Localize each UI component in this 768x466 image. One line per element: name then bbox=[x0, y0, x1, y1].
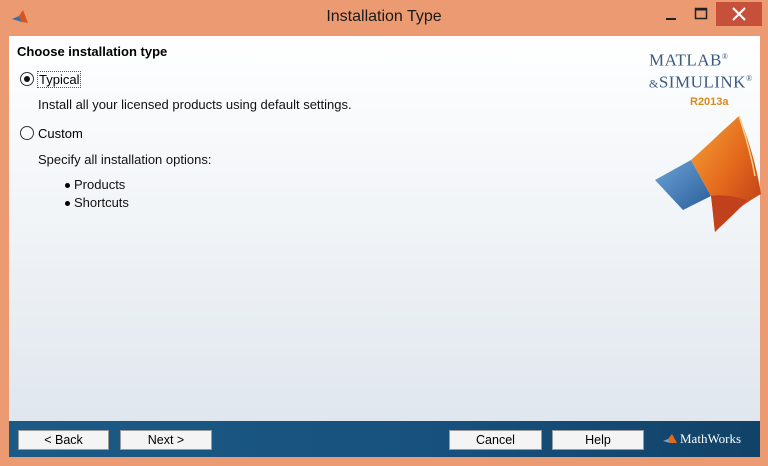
mathworks-logo: MathWorks bbox=[663, 431, 741, 447]
mathworks-membrane-icon bbox=[663, 434, 677, 443]
bullet-icon bbox=[65, 182, 70, 188]
registered-mark: ® bbox=[745, 73, 753, 83]
close-icon bbox=[732, 7, 746, 21]
matlab-membrane-logo bbox=[655, 115, 761, 232]
footer-bar: < Back Next > Cancel Help MathWorks bbox=[9, 421, 760, 457]
typical-description: Install all your licensed products using… bbox=[38, 97, 352, 112]
maximize-button[interactable] bbox=[686, 2, 716, 26]
content-panel: Choose installation type Typical Install… bbox=[9, 36, 761, 457]
mathworks-wordmark: MathWorks bbox=[680, 431, 742, 446]
close-button[interactable] bbox=[716, 2, 762, 26]
matlab-simulink-logo: MATLAB® &SIMULINK® bbox=[649, 50, 753, 92]
release-label: R2013a bbox=[690, 96, 729, 108]
list-item-label: Shortcuts bbox=[74, 195, 129, 210]
custom-radio[interactable] bbox=[20, 126, 34, 140]
minimize-icon bbox=[666, 18, 676, 20]
list-item-label: Products bbox=[74, 177, 126, 192]
custom-radio-label[interactable]: Custom bbox=[38, 126, 83, 141]
cancel-button[interactable]: Cancel bbox=[449, 430, 542, 450]
typical-radio-label[interactable]: Typical bbox=[36, 71, 82, 88]
custom-options-list: Products Shortcuts bbox=[65, 176, 129, 212]
window-title: Installation Type bbox=[326, 8, 442, 25]
page-heading: Choose installation type bbox=[17, 44, 168, 59]
brand-simulink: SIMULINK bbox=[658, 72, 746, 92]
back-button[interactable]: < Back bbox=[18, 430, 109, 450]
radio-selected-dot bbox=[24, 76, 30, 82]
help-button[interactable]: Help bbox=[552, 430, 644, 450]
title-bar[interactable]: Installation Type bbox=[0, 0, 768, 36]
brand-matlab: MATLAB bbox=[649, 50, 722, 70]
custom-description: Specify all installation options: bbox=[38, 152, 212, 167]
bullet-icon bbox=[65, 200, 70, 206]
installer-window: Installation Type Choose installation ty… bbox=[0, 0, 768, 466]
list-item: Products bbox=[65, 176, 129, 194]
minimize-button[interactable] bbox=[656, 2, 686, 26]
typical-radio[interactable] bbox=[20, 72, 34, 86]
maximize-icon bbox=[694, 7, 708, 20]
next-button[interactable]: Next > bbox=[120, 430, 212, 450]
registered-mark: ® bbox=[721, 52, 729, 61]
list-item: Shortcuts bbox=[65, 194, 129, 212]
